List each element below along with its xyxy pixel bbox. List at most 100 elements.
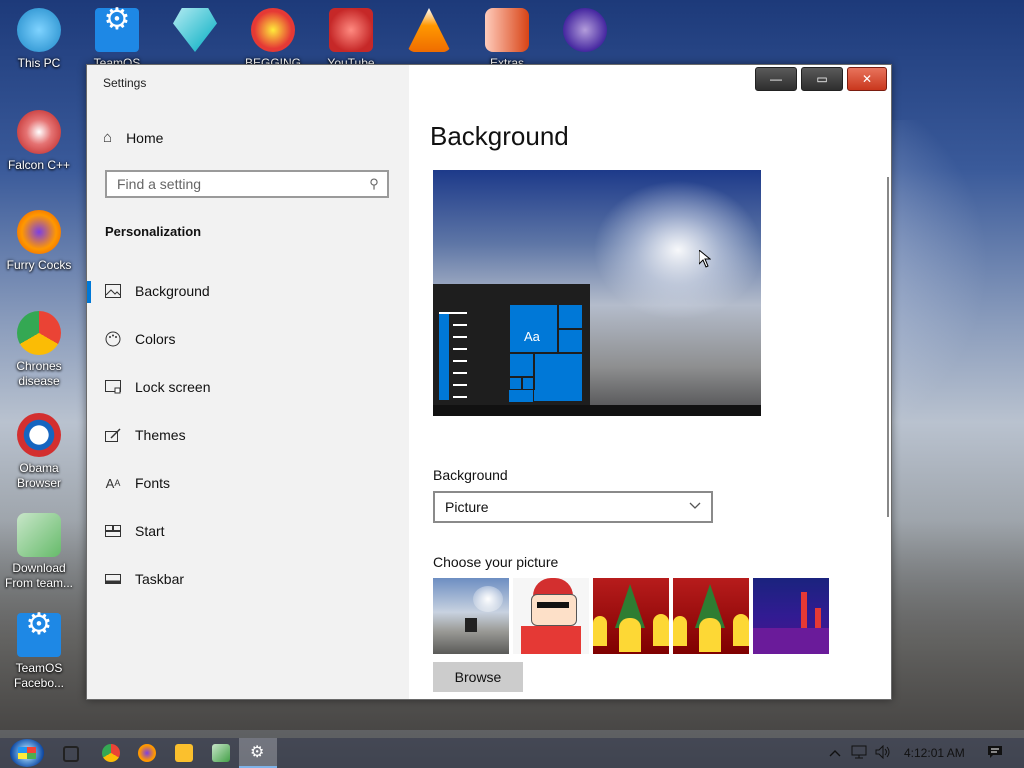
sidebar-item-themes[interactable]: Themes bbox=[87, 411, 409, 459]
chrome-taskbar-icon[interactable] bbox=[102, 744, 120, 762]
thumbnail-minions-1[interactable] bbox=[593, 578, 669, 654]
sidebar-item-background[interactable]: Background bbox=[87, 267, 409, 315]
window-controls: — ▭ ✕ bbox=[755, 67, 887, 91]
dropdown-value: Picture bbox=[445, 499, 489, 515]
search-input[interactable] bbox=[107, 175, 361, 193]
desktop-icon-chrome[interactable]: Chrones disease bbox=[2, 311, 76, 389]
gear-icon: ⚙ bbox=[250, 744, 265, 761]
minion-shape bbox=[619, 618, 641, 652]
sidebar-item-label: Themes bbox=[135, 427, 186, 443]
sidebar-item-colors[interactable]: Colors bbox=[87, 315, 409, 363]
maximize-icon: ▭ bbox=[816, 72, 828, 86]
sunglasses bbox=[537, 602, 569, 608]
firefox-icon bbox=[17, 210, 61, 254]
windows-logo-icon bbox=[18, 747, 36, 759]
desktop-icon-falcon[interactable]: Falcon C++ bbox=[2, 110, 76, 173]
sidebar-item-label: Colors bbox=[135, 331, 176, 347]
desktop-icon-obama-browser[interactable]: Obama Browser bbox=[2, 413, 76, 491]
maximize-button[interactable]: ▭ bbox=[801, 67, 843, 91]
desktop-icon-purple-app[interactable] bbox=[548, 8, 622, 56]
computer-icon bbox=[17, 8, 61, 52]
preview-line bbox=[453, 384, 467, 386]
start-icon bbox=[105, 523, 121, 539]
nav-home-label: Home bbox=[126, 129, 164, 146]
notepad-taskbar-icon[interactable] bbox=[212, 744, 230, 762]
task-view-icon[interactable] bbox=[63, 746, 79, 762]
preview-sample-text: Aa bbox=[524, 329, 540, 344]
browse-button[interactable]: Browse bbox=[433, 662, 523, 692]
notepad-icon bbox=[17, 513, 61, 557]
sidebar-item-fonts[interactable]: AA Fonts bbox=[87, 459, 409, 507]
preview-line bbox=[453, 360, 467, 362]
search-box[interactable]: ⚲ bbox=[105, 170, 389, 198]
obama-logo-icon bbox=[17, 413, 61, 457]
page-title: Background bbox=[430, 121, 569, 151]
window-title: Settings bbox=[103, 76, 147, 90]
desktop-icon-diamond[interactable] bbox=[158, 8, 232, 56]
scrollbar[interactable] bbox=[887, 177, 889, 517]
preview-glow bbox=[593, 180, 761, 320]
chrome-icon bbox=[17, 311, 61, 355]
volume-icon[interactable] bbox=[872, 744, 894, 762]
nav-home[interactable]: ⌂ Home bbox=[103, 129, 163, 146]
chevron-up-icon[interactable] bbox=[826, 746, 844, 760]
desktop-icon-teamos[interactable]: ⚙ TeamOS bbox=[80, 5, 154, 71]
preview-tile bbox=[557, 328, 583, 354]
desktop-icon-this-pc[interactable]: This PC bbox=[2, 8, 76, 71]
home-icon: ⌂ bbox=[103, 129, 113, 146]
chevron-down-icon bbox=[689, 499, 701, 513]
minimize-button[interactable]: — bbox=[755, 67, 797, 91]
nav-list: Background Colors Lock screen Themes A A… bbox=[87, 267, 409, 603]
desktop-icon-firefox[interactable]: Furry Cocks bbox=[2, 210, 76, 273]
desktop-icon-label: Furry Cocks bbox=[6, 258, 72, 272]
sidebar-item-lock-screen[interactable]: Lock screen bbox=[87, 363, 409, 411]
traffic-cone-icon bbox=[407, 8, 451, 52]
clock[interactable]: 4:12:01 AM bbox=[904, 746, 965, 760]
minion-shape bbox=[653, 614, 669, 646]
taskbar: ⚙ 4:12:01 AM bbox=[0, 738, 1024, 768]
preview-line bbox=[439, 312, 467, 314]
file-explorer-icon[interactable] bbox=[175, 744, 193, 762]
desktop-icon-youtube[interactable]: YouTube bbox=[314, 8, 388, 71]
thumbnail-candles[interactable] bbox=[753, 578, 829, 654]
gear-icon: ⚙ bbox=[17, 610, 61, 657]
preview-taskbar bbox=[433, 405, 761, 416]
minion-shape bbox=[593, 616, 607, 646]
firefox-taskbar-icon[interactable] bbox=[138, 744, 156, 762]
sidebar-item-label: Background bbox=[135, 283, 210, 299]
preview-line bbox=[453, 336, 467, 338]
desktop-icon-vlc[interactable] bbox=[392, 8, 466, 56]
thumbnail-kaaba[interactable] bbox=[433, 578, 509, 654]
settings-window: Settings ⌂ Home ⚲ Personalization Backgr… bbox=[86, 64, 892, 700]
falcon-app-icon bbox=[17, 110, 61, 154]
preview-tile bbox=[533, 352, 583, 402]
table-shape bbox=[753, 628, 829, 654]
desktop-icon-extras[interactable]: Extras bbox=[470, 8, 544, 71]
taskbar-icon bbox=[105, 571, 121, 587]
settings-taskbar-button[interactable]: ⚙ bbox=[239, 738, 277, 768]
settings-sidebar: Settings ⌂ Home ⚲ Personalization Backgr… bbox=[87, 65, 409, 699]
picture-icon bbox=[105, 283, 121, 299]
action-center-icon[interactable] bbox=[985, 745, 1005, 762]
background-type-dropdown[interactable]: Picture bbox=[433, 491, 713, 523]
thumbnail-minions-2[interactable] bbox=[673, 578, 749, 654]
close-button[interactable]: ✕ bbox=[847, 67, 887, 91]
search-icon[interactable]: ⚲ bbox=[361, 176, 387, 192]
desktop-icon-download[interactable]: Download From team... bbox=[2, 513, 76, 591]
gear-icon: ⚙ bbox=[95, 5, 139, 52]
face-shape bbox=[531, 594, 577, 626]
preview-app-column bbox=[439, 312, 449, 400]
preview-line bbox=[453, 348, 467, 350]
system-tray: 4:12:01 AM bbox=[826, 738, 1005, 768]
preview-tile bbox=[509, 352, 535, 378]
sidebar-item-start[interactable]: Start bbox=[87, 507, 409, 555]
palette-icon bbox=[105, 331, 121, 347]
close-icon: ✕ bbox=[861, 72, 873, 86]
desktop-icon-teamos-facebook[interactable]: ⚙ TeamOS Facebo... bbox=[2, 610, 76, 691]
sidebar-item-taskbar[interactable]: Taskbar bbox=[87, 555, 409, 603]
thumbnail-santa-meme[interactable] bbox=[513, 578, 589, 654]
book-icon bbox=[485, 8, 529, 52]
start-button[interactable] bbox=[10, 739, 44, 767]
themes-icon bbox=[105, 427, 121, 443]
network-icon[interactable] bbox=[848, 745, 870, 762]
